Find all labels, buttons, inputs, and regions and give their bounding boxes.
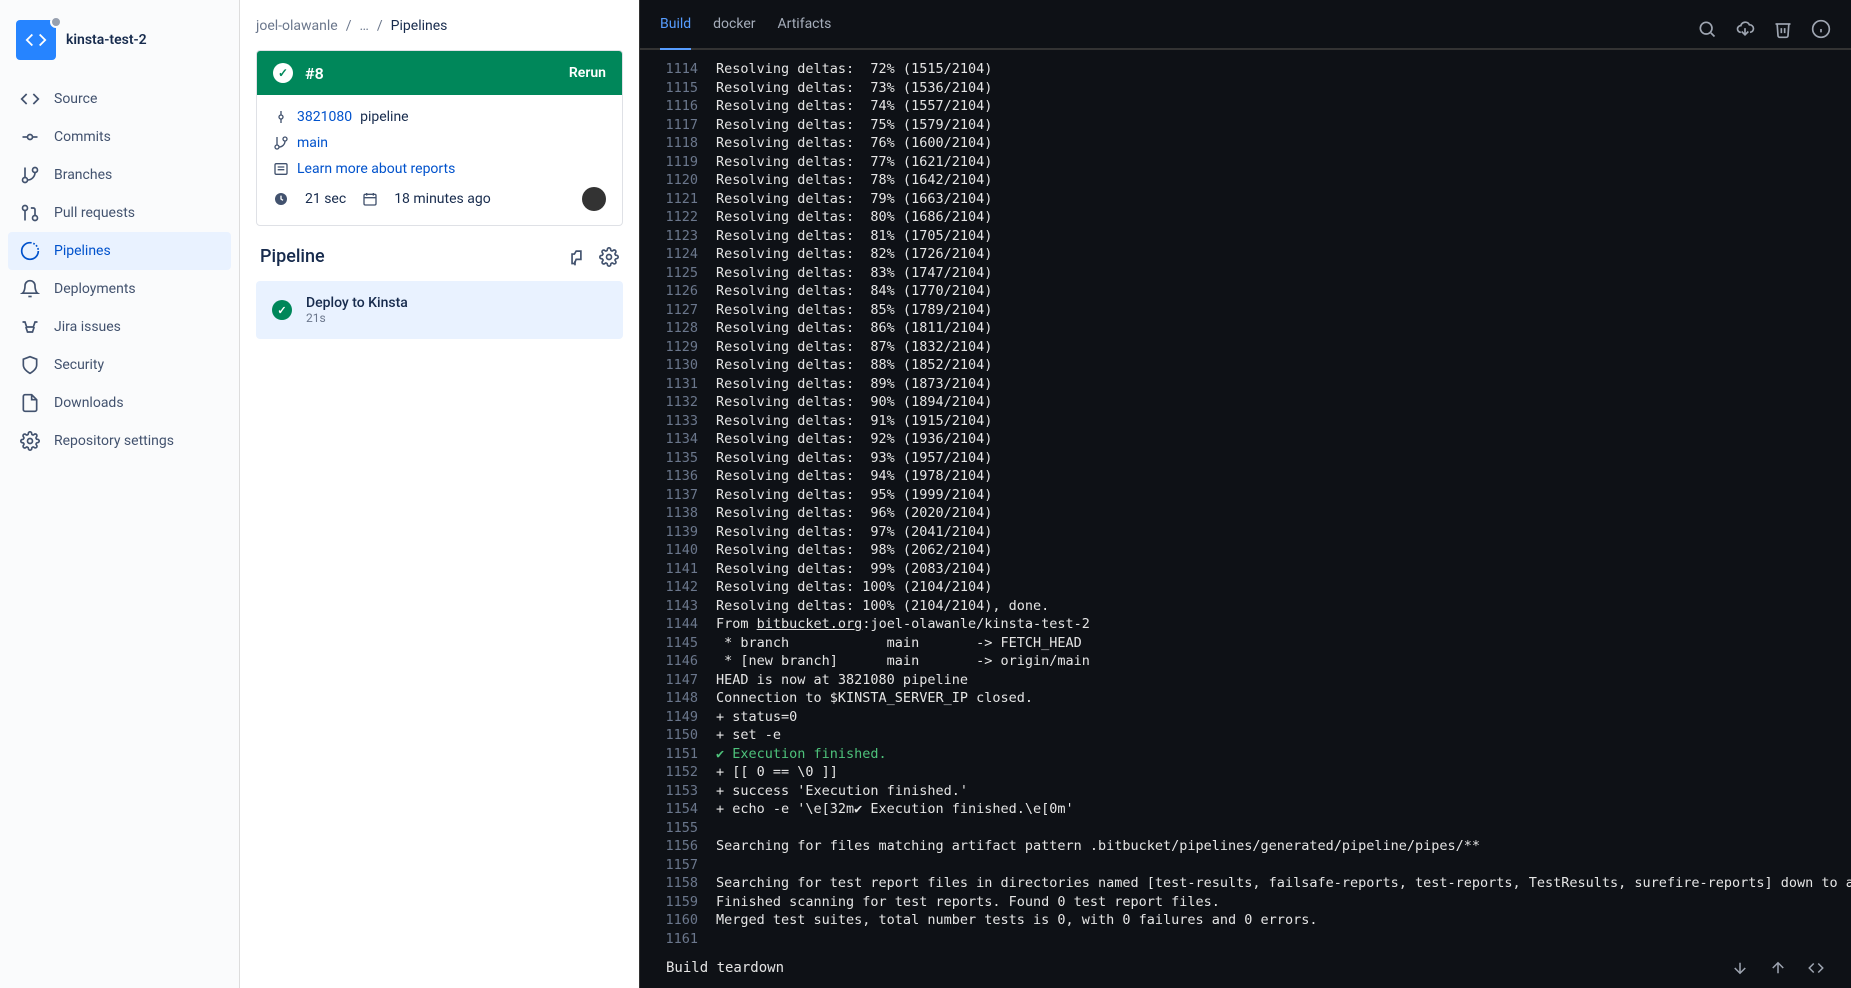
repo-badge-icon [50,16,62,28]
sidebar-label-pr: Pull requests [54,205,135,221]
clock-icon [273,191,289,207]
repo-header[interactable]: kinsta-test-2 [0,20,239,80]
log-body[interactable]: 1114Resolving deltas: 72% (1515/2104)111… [640,50,1851,948]
branch-name[interactable]: main [297,135,328,151]
avatar[interactable] [582,187,606,211]
sidebar-label-jira: Jira issues [54,319,121,335]
commit-hash[interactable]: 3821080 [297,109,352,125]
log-footer: Build teardown [640,948,1851,988]
tab-docker[interactable]: docker [713,10,755,48]
footer-text[interactable]: Build teardown [666,960,784,976]
sidebar-item-pipelines[interactable]: Pipelines [8,232,231,270]
sidebar-item-source[interactable]: Source [8,80,231,118]
calendar-icon [362,191,378,207]
search-icon[interactable] [1697,19,1717,39]
sidebar: kinsta-test-2 Source Commits Branches Pu… [0,0,240,988]
pipeline-step[interactable]: ✓ Deploy to Kinsta 21s [256,281,623,339]
trash-icon[interactable] [1773,19,1793,39]
commit-row: 3821080 pipeline [273,109,606,125]
sidebar-label-branches: Branches [54,167,112,183]
step-duration: 21s [306,311,408,325]
arrow-up-icon[interactable] [1769,959,1787,977]
repo-name: kinsta-test-2 [66,32,147,48]
sidebar-item-jira[interactable]: Jira issues [8,308,231,346]
sidebar-item-security[interactable]: Security [8,346,231,384]
tab-artifacts[interactable]: Artifacts [778,10,832,48]
run-card: ✓ #8 Rerun 3821080 pipeline main Learn m… [256,50,623,226]
sidebar-item-settings[interactable]: Repository settings [8,422,231,460]
breadcrumb-current: Pipelines [391,18,448,34]
download-icon[interactable] [1735,19,1755,39]
commit-icon [273,109,289,125]
commit-msg: pipeline [360,109,409,125]
when: 18 minutes ago [394,191,491,207]
sidebar-label-settings: Repository settings [54,433,174,449]
sidebar-item-pull-requests[interactable]: Pull requests [8,194,231,232]
rerun-button[interactable]: Rerun [569,65,606,81]
report-icon [273,161,289,177]
log-header: Build docker Artifacts [640,0,1851,50]
pipeline-panel: joel-olawanle / … / Pipelines ✓ #8 Rerun… [240,0,640,988]
run-number: #8 [305,64,569,83]
pipeline-title: Pipeline [260,246,325,267]
sidebar-label-pipelines: Pipelines [54,243,111,259]
breadcrumb-dots[interactable]: … [360,18,369,34]
log-actions [1697,19,1831,39]
sidebar-label-commits: Commits [54,129,111,145]
log-panel: Build docker Artifacts 1114Resolving del… [640,0,1851,988]
sidebar-item-downloads[interactable]: Downloads [8,384,231,422]
step-name: Deploy to Kinsta [306,295,408,311]
tab-build[interactable]: Build [660,10,691,50]
sidebar-label-source: Source [54,91,97,107]
timing-row: 21 sec 18 minutes ago [273,187,606,211]
nav: Source Commits Branches Pull requests Pi… [0,80,239,460]
info-icon[interactable] [1811,19,1831,39]
reports-row: Learn more about reports [273,161,606,177]
log-tabs: Build docker Artifacts [660,10,831,48]
expand-icon[interactable] [1807,959,1825,977]
sidebar-label-downloads: Downloads [54,395,124,411]
pipeline-header: Pipeline [256,242,623,281]
duration: 21 sec [305,191,346,207]
sidebar-item-branches[interactable]: Branches [8,156,231,194]
breadcrumb: joel-olawanle / … / Pipelines [256,18,623,34]
reports-link[interactable]: Learn more about reports [297,161,455,177]
sidebar-item-commits[interactable]: Commits [8,118,231,156]
breadcrumb-owner[interactable]: joel-olawanle [256,18,338,34]
branch-icon [273,135,289,151]
step-success-icon: ✓ [272,300,292,320]
sidebar-label-security: Security [54,357,104,373]
repo-icon [16,20,56,60]
run-card-header: ✓ #8 Rerun [257,51,622,95]
sidebar-label-deployments: Deployments [54,281,136,297]
branch-row: main [273,135,606,151]
gear-icon[interactable] [599,247,619,267]
success-check-icon: ✓ [273,63,293,83]
arrow-down-icon[interactable] [1731,959,1749,977]
sidebar-item-deployments[interactable]: Deployments [8,270,231,308]
pin-icon[interactable] [565,247,585,267]
